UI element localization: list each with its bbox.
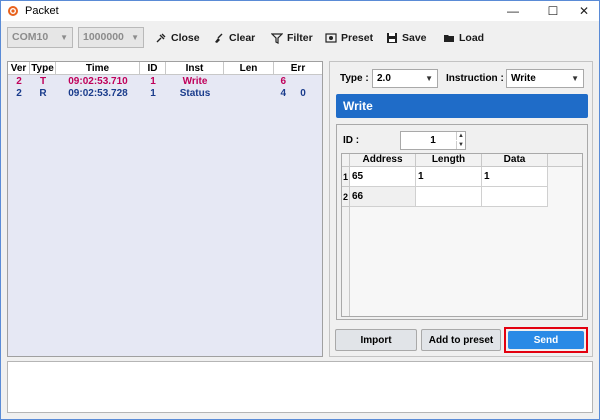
grid-corner xyxy=(342,154,350,167)
instruction-value: Write xyxy=(511,73,536,84)
grid-filler xyxy=(548,154,582,167)
col-inst[interactable]: Inst xyxy=(166,62,224,75)
broom-icon xyxy=(213,32,225,44)
cell-err: 0 xyxy=(300,88,306,99)
cell-type: R xyxy=(39,88,47,99)
col-length: Length xyxy=(416,154,482,167)
minimize-icon: — xyxy=(507,4,519,18)
cell-id: 1 xyxy=(150,76,156,87)
spin-up-icon[interactable]: ▲ xyxy=(456,132,465,140)
cell-ver: 2 xyxy=(16,76,22,87)
chevron-down-icon: ▼ xyxy=(131,33,139,42)
maximize-icon: ☐ xyxy=(547,4,559,18)
col-id[interactable]: ID xyxy=(140,62,166,75)
packet-editor-panel: Type : 2.0 ▼ Instruction : Write ▼ Write… xyxy=(329,61,593,357)
port-select[interactable]: COM10 ▼ xyxy=(7,27,73,48)
save-label: Save xyxy=(402,31,427,44)
save-button[interactable]: Save xyxy=(386,27,427,48)
clear-label: Clear xyxy=(229,31,256,44)
row-index: 1 xyxy=(342,167,350,187)
instruction-label: Instruction : xyxy=(446,73,504,84)
cell-time: 09:02:53.728 xyxy=(68,88,128,99)
filter-label: Filter xyxy=(287,31,313,44)
filter-button[interactable]: Filter xyxy=(271,27,313,48)
port-value: COM10 xyxy=(12,31,49,43)
col-time[interactable]: Time xyxy=(56,62,140,75)
col-data: Data xyxy=(482,154,548,167)
cell-length[interactable]: 1 xyxy=(416,167,482,187)
minimize-button[interactable]: — xyxy=(496,1,530,21)
id-spinner[interactable]: 1 ▲ ▼ xyxy=(400,131,466,150)
load-button[interactable]: Load xyxy=(443,27,484,48)
plug-icon xyxy=(155,32,167,44)
baud-value: 1000000 xyxy=(83,31,124,43)
row-header-strip xyxy=(342,207,350,316)
window-title: Packet xyxy=(25,5,59,17)
type-select[interactable]: 2.0 ▼ xyxy=(372,69,438,88)
log-area[interactable] xyxy=(7,361,593,413)
cell-data[interactable] xyxy=(482,187,548,207)
load-label: Load xyxy=(459,31,485,44)
close-icon: ✕ xyxy=(578,4,590,18)
cell-inst: Status xyxy=(179,88,211,99)
col-type[interactable]: Type xyxy=(30,62,56,75)
table-row[interactable]: 2 R 09:02:53.728 1 Status 4 0 xyxy=(8,88,322,100)
id-value: 1 xyxy=(430,135,436,146)
parameter-box: ID : 1 ▲ ▼ Address Length Data 1 65 1 1 … xyxy=(336,124,588,320)
type-value: 2.0 xyxy=(377,73,391,84)
close-port-label: Close xyxy=(171,31,200,44)
col-ver[interactable]: Ver xyxy=(8,62,30,75)
parameter-grid[interactable]: Address Length Data 1 65 1 1 2 66 xyxy=(341,153,583,317)
cell-time: 09:02:53.710 xyxy=(68,76,128,87)
add-to-preset-button[interactable]: Add to preset xyxy=(421,329,501,351)
col-err[interactable]: Err xyxy=(274,62,322,75)
cell-id: 1 xyxy=(150,88,156,99)
col-address: Address xyxy=(350,154,416,167)
cell-ver: 2 xyxy=(16,88,22,99)
type-label: Type : xyxy=(340,73,369,84)
folder-icon xyxy=(443,32,455,44)
packet-table-header: Ver Type Time ID Inst Len Err xyxy=(8,62,322,75)
packet-table[interactable]: Ver Type Time ID Inst Len Err 2 T 09:02:… xyxy=(7,61,323,357)
baud-select[interactable]: 1000000 ▼ xyxy=(78,27,144,48)
save-icon xyxy=(386,32,398,44)
id-label: ID : xyxy=(343,135,360,146)
maximize-button[interactable]: ☐ xyxy=(536,1,570,21)
send-button[interactable]: Send xyxy=(508,331,584,349)
cell-address[interactable]: 66 xyxy=(350,187,416,207)
instruction-select[interactable]: Write ▼ xyxy=(506,69,584,88)
chevron-down-icon: ▼ xyxy=(425,74,433,83)
toolbar: COM10 ▼ 1000000 ▼ Close Clear Filter Pre… xyxy=(1,22,599,52)
packet-window: Packet — ☐ ✕ COM10 ▼ 1000000 ▼ Close Cle… xyxy=(0,0,600,420)
table-row[interactable]: 2 T 09:02:53.710 1 Write 6 xyxy=(8,76,322,88)
clear-button[interactable]: Clear xyxy=(213,27,255,48)
chevron-down-icon: ▼ xyxy=(60,33,68,42)
cell-len: 6 xyxy=(280,76,286,87)
close-window-button[interactable]: ✕ xyxy=(567,1,600,21)
preset-button[interactable]: Preset xyxy=(325,27,373,48)
close-port-button[interactable]: Close xyxy=(155,27,200,48)
row-index: 2 xyxy=(342,187,350,207)
filter-icon xyxy=(271,32,283,44)
cell-type: T xyxy=(39,76,47,87)
cell-data[interactable]: 1 xyxy=(482,167,548,187)
cell-inst: Write xyxy=(182,76,208,87)
cell-address[interactable]: 65 xyxy=(350,167,416,187)
title-bar: Packet — ☐ ✕ xyxy=(1,1,599,21)
app-logo-icon xyxy=(7,5,19,17)
instruction-banner: Write xyxy=(336,94,588,118)
spin-down-icon[interactable]: ▼ xyxy=(456,141,465,149)
preset-label: Preset xyxy=(341,31,374,44)
import-button[interactable]: Import xyxy=(335,329,417,351)
preset-icon xyxy=(325,32,337,44)
cell-length[interactable] xyxy=(416,187,482,207)
col-len[interactable]: Len xyxy=(224,62,274,75)
chevron-down-icon: ▼ xyxy=(571,74,579,83)
send-button-highlight: Send xyxy=(504,327,588,353)
